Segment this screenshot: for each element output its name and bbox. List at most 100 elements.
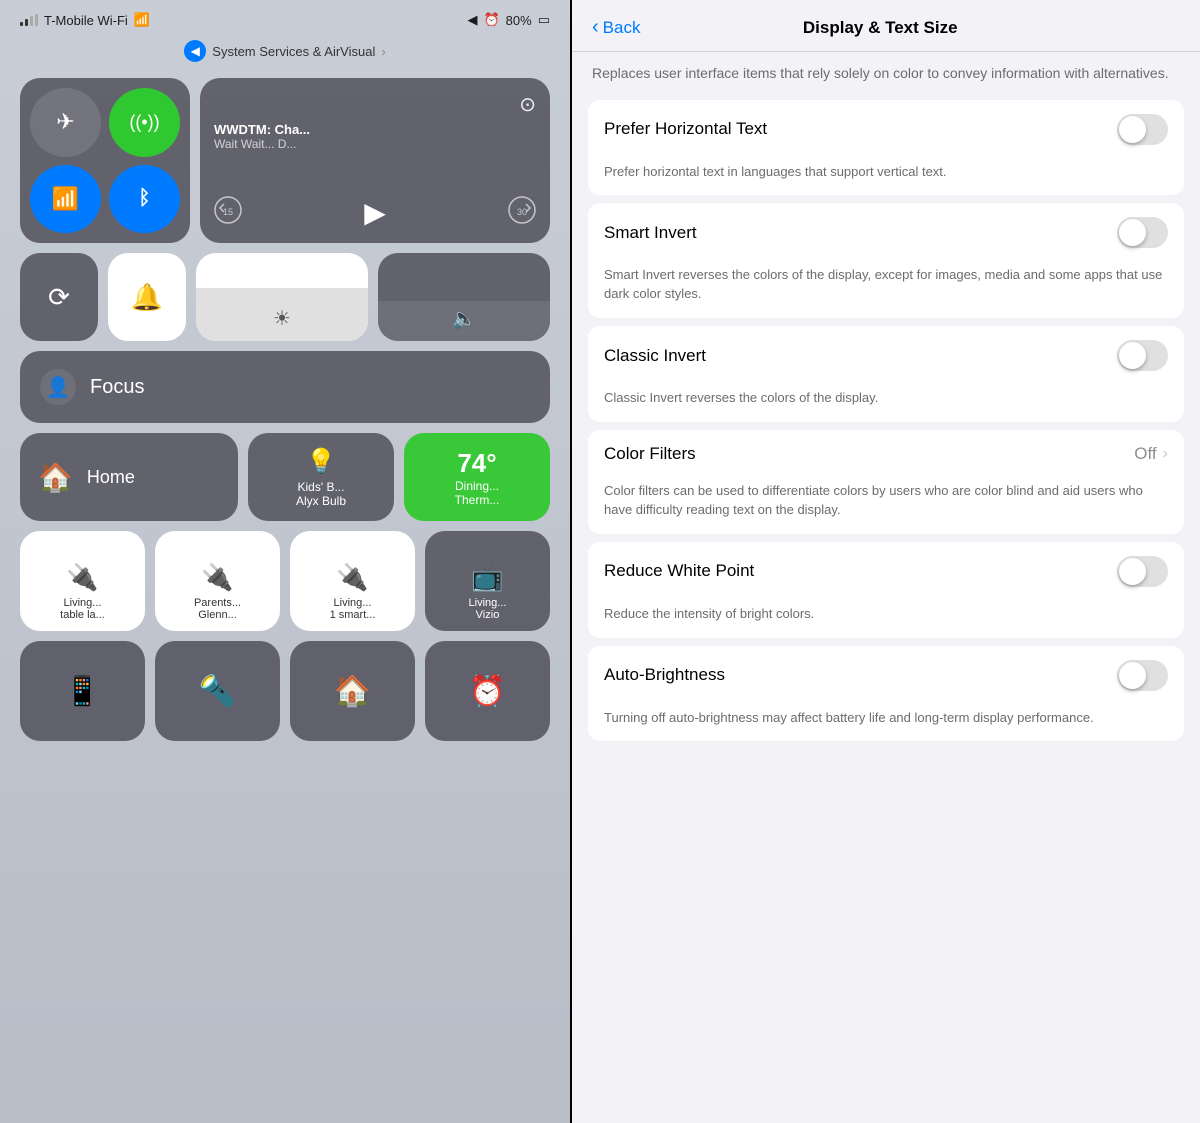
bottom-apps-row: 📱 🔦 🏠 ⏰ bbox=[20, 641, 550, 741]
back-label: Back bbox=[603, 18, 641, 38]
volume-slider[interactable]: 🔈 bbox=[378, 253, 550, 341]
media-subtitle: Wait Wait... D... bbox=[214, 137, 536, 151]
outlet-name-3: Living... bbox=[334, 597, 372, 609]
brightness-slider[interactable]: ☀ bbox=[196, 253, 368, 341]
outlet-sub-1: table la... bbox=[60, 609, 105, 621]
smart-invert-toggle[interactable] bbox=[1117, 217, 1168, 248]
controls-area: ✈ ((•)) 📶 ᛒ ⊙ WWDTM: Cha... Wait Wait...… bbox=[0, 70, 570, 749]
home-app-icon: 🏠 bbox=[334, 674, 371, 709]
back-button[interactable]: ‹ Back bbox=[592, 16, 640, 39]
color-filters-label: Color Filters bbox=[604, 444, 696, 464]
color-filters-desc: Color filters can be used to differentia… bbox=[588, 478, 1184, 534]
flashlight-button[interactable]: 🔦 bbox=[155, 641, 280, 741]
location-icon: ◀ bbox=[467, 12, 477, 28]
prefer-horizontal-desc: Prefer horizontal text in languages that… bbox=[588, 159, 1184, 196]
outlet-sub-2: Glenn... bbox=[198, 609, 237, 621]
system-row-text: System Services & AirVisual bbox=[212, 44, 375, 59]
prefer-horizontal-thumb bbox=[1119, 116, 1146, 143]
screen-lock-button[interactable]: ⟳ bbox=[20, 253, 98, 341]
auto-brightness-desc: Turning off auto-brightness may affect b… bbox=[588, 705, 1184, 742]
outlet-icon-2: 🔌 bbox=[201, 562, 233, 593]
outlet-name-4: Living... bbox=[469, 597, 507, 609]
svg-text:15: 15 bbox=[223, 207, 233, 217]
carrier-label: T-Mobile Wi-Fi bbox=[44, 13, 128, 28]
outlet-card-2[interactable]: 🔌 Parents... Glenn... bbox=[155, 531, 280, 631]
bulb-card[interactable]: 💡 Kids' B... Alyx Bulb bbox=[248, 433, 394, 521]
mute-icon: 🔔 bbox=[131, 282, 163, 313]
smart-invert-card: Smart Invert Smart Invert reverses the c… bbox=[588, 203, 1184, 318]
airplane-icon: ✈ bbox=[56, 109, 74, 135]
prefer-horizontal-toggle[interactable] bbox=[1117, 114, 1168, 145]
skip-forward-button[interactable]: 30 bbox=[508, 196, 536, 229]
clock-app-button[interactable]: ⏰ bbox=[425, 641, 550, 741]
reduce-white-point-thumb bbox=[1119, 558, 1146, 585]
auto-brightness-toggle[interactable] bbox=[1117, 660, 1168, 691]
outlet-sub-3: 1 smart... bbox=[330, 609, 376, 621]
system-services-row[interactable]: ◀ System Services & AirVisual › bbox=[0, 36, 570, 70]
wifi-button[interactable]: 📶 bbox=[30, 165, 101, 234]
auto-brightness-label: Auto-Brightness bbox=[604, 665, 725, 685]
reduce-white-point-desc: Reduce the intensity of bright colors. bbox=[588, 601, 1184, 638]
volume-icon: 🔈 bbox=[452, 306, 477, 331]
play-button[interactable]: ▶ bbox=[364, 196, 386, 229]
alarm-icon: ⏰ bbox=[483, 12, 499, 28]
cellular-button[interactable]: ((•)) bbox=[109, 88, 180, 157]
classic-invert-card: Classic Invert Classic Invert reverses t… bbox=[588, 326, 1184, 422]
home-button[interactable]: 🏠 Home bbox=[20, 433, 238, 521]
auto-brightness-thumb bbox=[1119, 662, 1146, 689]
smart-invert-row: Smart Invert bbox=[588, 203, 1184, 262]
outlet-icon-4: 📺 bbox=[471, 562, 503, 593]
home-controls-row: 🏠 Home 💡 Kids' B... Alyx Bulb 74° Dining… bbox=[20, 433, 550, 521]
bluetooth-icon: ᛒ bbox=[139, 187, 151, 210]
thermostat-card[interactable]: 74° Dining... Therm... bbox=[404, 433, 550, 521]
status-bar: T-Mobile Wi-Fi 📶 ◀ ⏰ 80% ▭ bbox=[0, 0, 570, 36]
outlets-row: 🔌 Living... table la... 🔌 Parents... Gle… bbox=[20, 531, 550, 631]
remote-app-button[interactable]: 📱 bbox=[20, 641, 145, 741]
color-filters-value: Off bbox=[1134, 444, 1156, 464]
color-filters-row[interactable]: Color Filters Off › bbox=[588, 430, 1184, 478]
bluetooth-button[interactable]: ᛒ bbox=[109, 165, 180, 234]
media-info: WWDTM: Cha... Wait Wait... D... bbox=[214, 122, 536, 151]
settings-panel: ‹ Back Display & Text Size Replaces user… bbox=[572, 0, 1200, 1123]
reduce-white-point-row: Reduce White Point bbox=[588, 542, 1184, 601]
cellular-icon: ((•)) bbox=[129, 112, 159, 133]
auto-brightness-row: Auto-Brightness bbox=[588, 646, 1184, 705]
color-filters-right: Off › bbox=[1134, 444, 1168, 464]
clock-icon: ⏰ bbox=[469, 674, 506, 709]
battery-icon: ▭ bbox=[538, 12, 550, 28]
signal-bar-4 bbox=[35, 14, 38, 26]
thermo-sub: Therm... bbox=[455, 493, 500, 507]
home-label: Home bbox=[87, 467, 135, 488]
wifi-icon: 📶 bbox=[134, 12, 150, 28]
outlet-card-3[interactable]: 🔌 Living... 1 smart... bbox=[290, 531, 415, 631]
mute-button[interactable]: 🔔 bbox=[108, 253, 186, 341]
focus-card[interactable]: 👤 Focus bbox=[20, 351, 550, 423]
signal-bar-3 bbox=[30, 16, 33, 26]
classic-invert-thumb bbox=[1119, 342, 1146, 369]
classic-invert-row: Classic Invert bbox=[588, 326, 1184, 385]
thermo-name: Dining... bbox=[455, 479, 499, 493]
home-app-button[interactable]: 🏠 bbox=[290, 641, 415, 741]
airplane-mode-button[interactable]: ✈ bbox=[30, 88, 101, 157]
settings-header: ‹ Back Display & Text Size bbox=[572, 0, 1200, 52]
remote-icon: 📱 bbox=[64, 674, 101, 709]
classic-invert-toggle[interactable] bbox=[1117, 340, 1168, 371]
signal-bars bbox=[20, 14, 38, 26]
page-title: Display & Text Size bbox=[640, 18, 1120, 38]
wifi-btn-icon: 📶 bbox=[52, 186, 79, 212]
brightness-icon: ☀ bbox=[273, 306, 291, 331]
smart-invert-desc: Smart Invert reverses the colors of the … bbox=[588, 262, 1184, 318]
smart-invert-label: Smart Invert bbox=[604, 223, 697, 243]
reduce-white-point-card: Reduce White Point Reduce the intensity … bbox=[588, 542, 1184, 638]
airplay-icon[interactable]: ⊙ bbox=[519, 92, 536, 117]
prefer-horizontal-card: Prefer Horizontal Text Prefer horizontal… bbox=[588, 100, 1184, 196]
secondary-controls-row: ⟳ 🔔 ☀ 🔈 bbox=[20, 253, 550, 341]
back-chevron-icon: ‹ bbox=[592, 16, 599, 39]
outlet-card-4[interactable]: 📺 Living... Vizio bbox=[425, 531, 550, 631]
location-icon-blue: ◀ bbox=[184, 40, 206, 62]
reduce-white-point-toggle[interactable] bbox=[1117, 556, 1168, 587]
prefer-horizontal-row: Prefer Horizontal Text bbox=[588, 100, 1184, 159]
skip-back-button[interactable]: 15 bbox=[214, 196, 242, 229]
bulb-name: Kids' B... bbox=[298, 480, 345, 494]
outlet-card-1[interactable]: 🔌 Living... table la... bbox=[20, 531, 145, 631]
